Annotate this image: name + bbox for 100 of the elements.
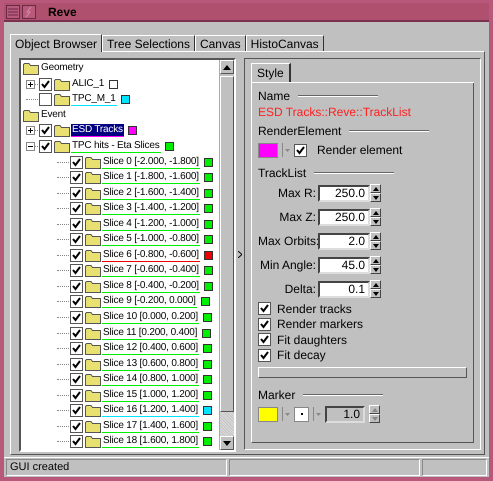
lightning-icon[interactable] <box>22 4 36 18</box>
checkbox[interactable] <box>70 435 83 448</box>
checkbox[interactable] <box>70 202 83 216</box>
folder-icon <box>23 108 39 122</box>
expander-icon[interactable] <box>26 126 35 136</box>
tree-item[interactable]: Slice 11 [0.200, 0.400] <box>102 326 198 340</box>
checkbox[interactable] <box>39 124 52 138</box>
folder-icon <box>85 311 101 324</box>
tree-item[interactable]: Slice 12 [0.400, 0.600] <box>102 342 199 356</box>
spinner-buttons[interactable] <box>370 184 381 202</box>
checkbox[interactable] <box>258 302 271 316</box>
color-button[interactable] <box>258 142 278 158</box>
scroll-up-button[interactable] <box>220 60 234 74</box>
folder-icon <box>85 342 101 356</box>
spinner-buttons[interactable] <box>370 256 381 274</box>
scroll-thumb[interactable] <box>220 76 234 412</box>
tree-item[interactable]: Slice 8 [-0.400, -0.200] <box>102 280 200 293</box>
folder-icon <box>85 156 101 169</box>
checkbox[interactable] <box>39 93 52 106</box>
checkbox[interactable] <box>70 156 83 169</box>
tree-item[interactable]: Slice 3 [-1.400, -1.200] <box>102 202 200 216</box>
field-label: Max R: <box>276 186 316 200</box>
checkbox[interactable] <box>258 348 271 362</box>
expander-icon[interactable] <box>26 142 35 151</box>
tree-item[interactable]: Slice 9 [-0.200, 0.000] <box>102 295 197 308</box>
checkbox[interactable] <box>258 333 271 346</box>
number-field[interactable]: 45.0 <box>318 256 370 274</box>
checkbox[interactable] <box>70 171 83 184</box>
checkbox-label: Render markers <box>277 317 364 332</box>
tab[interactable]: Style <box>251 63 291 82</box>
tab[interactable]: HistoCanvas <box>246 35 324 51</box>
tab[interactable]: Canvas <box>194 35 246 51</box>
tree-item[interactable]: Slice 6 [-0.800, -0.600] <box>102 248 200 262</box>
checkbox[interactable] <box>70 186 83 200</box>
scroll-down-button[interactable] <box>220 436 234 450</box>
checkbox[interactable] <box>258 318 271 331</box>
checkbox[interactable] <box>70 420 83 433</box>
checkbox[interactable] <box>70 358 83 371</box>
status-cell <box>422 459 487 476</box>
number-field[interactable]: 250.0 <box>318 184 370 202</box>
checkbox[interactable] <box>70 342 83 356</box>
window-title: Reve <box>48 4 77 18</box>
folder-icon <box>85 435 101 448</box>
scrollbar[interactable] <box>219 60 234 450</box>
folder-icon <box>85 264 101 278</box>
spinner-buttons[interactable] <box>370 232 381 250</box>
checkbox-label: Fit decay <box>277 348 326 362</box>
checkbox[interactable] <box>70 218 83 231</box>
tree-item[interactable]: Slice 2 [-1.600, -1.400] <box>102 186 200 200</box>
tree-item[interactable]: Slice 1 [-1.800, -1.600] <box>102 171 200 184</box>
tree-item[interactable]: Slice 13 [0.600, 0.800] <box>102 358 199 371</box>
folder-icon <box>85 233 101 246</box>
marker-style-button[interactable] <box>294 406 309 422</box>
number-field[interactable]: 1.0 <box>325 406 365 422</box>
tab[interactable]: Object Browser <box>10 34 102 52</box>
tree-item[interactable]: ALIC_1 <box>71 78 106 91</box>
number-field[interactable]: 0.1 <box>318 280 370 298</box>
spinner-buttons[interactable] <box>370 208 381 226</box>
checkbox[interactable] <box>70 388 83 402</box>
tree-item[interactable]: Slice 7 [-0.600, -0.400] <box>102 264 200 278</box>
tree-item[interactable]: TPC hits - Eta Slices <box>71 140 160 153</box>
tree-item[interactable]: Slice 18 [1.600, 1.800] <box>102 435 199 448</box>
folder-icon <box>85 420 101 433</box>
tree-item[interactable]: Slice 14 [0.800, 1.000] <box>102 373 199 386</box>
field-label: Max Orbits: <box>258 234 316 248</box>
checkbox[interactable] <box>39 78 52 91</box>
tree-item[interactable]: Slice 15 [1.000, 1.200] <box>102 388 199 402</box>
checkbox[interactable] <box>70 233 83 246</box>
color-button[interactable] <box>258 406 278 422</box>
tree-item[interactable]: Slice 10 [0.000, 0.200] <box>102 311 199 324</box>
checkbox[interactable] <box>70 264 83 278</box>
folder-icon <box>23 62 39 76</box>
field-label: Delta: <box>284 282 316 296</box>
number-field[interactable]: 250.0 <box>318 208 370 226</box>
tree-item[interactable]: Slice 16 [1.200, 1.400] <box>102 404 199 418</box>
tree-item[interactable]: Event <box>40 108 67 122</box>
checkbox[interactable] <box>70 404 83 418</box>
checkbox[interactable] <box>70 373 83 386</box>
tree-item[interactable]: Geometry <box>40 62 84 76</box>
tab[interactable]: Tree Selections <box>102 35 195 51</box>
checkbox[interactable] <box>70 248 83 262</box>
folder-icon <box>85 388 101 402</box>
tree-item[interactable]: ESD Tracks <box>71 124 124 138</box>
checkbox[interactable] <box>70 295 83 308</box>
spinner-buttons[interactable] <box>370 280 381 298</box>
tree-item[interactable]: Slice 5 [-1.000, -0.800] <box>102 233 200 246</box>
expander-icon[interactable] <box>26 80 35 89</box>
down-arrow-icon <box>223 440 231 446</box>
checkbox[interactable] <box>70 326 83 340</box>
checkbox[interactable] <box>70 280 83 293</box>
tree-item[interactable]: TPC_M_1 <box>71 93 117 106</box>
spinner-buttons[interactable] <box>369 405 380 423</box>
tree-item[interactable]: Slice 17 [1.400, 1.600] <box>102 420 199 433</box>
tree-item[interactable]: Slice 4 [-1.200, -1.000] <box>102 218 200 231</box>
checkbox[interactable] <box>70 311 83 324</box>
checkbox[interactable] <box>39 140 52 153</box>
tree-item[interactable]: Slice 0 [-2.000, -1.800] <box>102 156 200 169</box>
checkbox[interactable] <box>294 144 307 156</box>
number-field[interactable]: 2.0 <box>318 232 370 250</box>
section-title: RenderElement <box>258 124 342 138</box>
